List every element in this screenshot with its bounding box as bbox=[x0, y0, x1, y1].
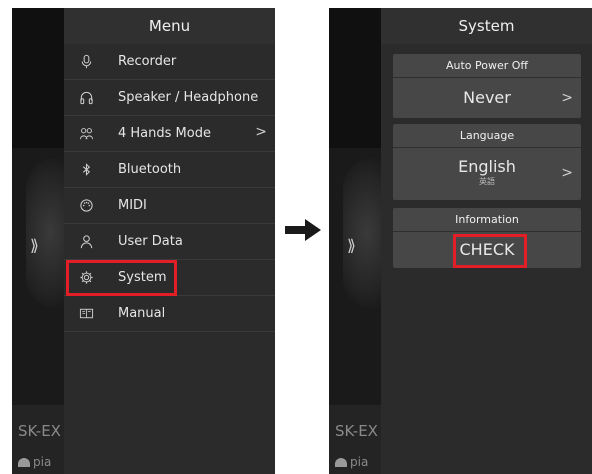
background-device: ⟫ SK-EX pia bbox=[329, 8, 403, 474]
menu-item-label: Speaker / Headphone bbox=[118, 90, 259, 105]
piano-label: pia bbox=[18, 455, 51, 469]
four-hands-icon bbox=[78, 126, 94, 142]
system-highlight-box bbox=[66, 260, 177, 296]
system-screen: ⟫ SK-EX pia System Auto Power Off Never … bbox=[329, 8, 592, 474]
arrow-right-icon bbox=[285, 219, 321, 241]
auto-power-off-value: Never bbox=[463, 88, 511, 107]
language-label: Language bbox=[393, 124, 581, 148]
menu-screen: ⟫ SK-EX pia Menu Recorder Speaker / Head… bbox=[12, 8, 275, 474]
language-group[interactable]: Language English 英語 > bbox=[393, 124, 581, 200]
midi-icon bbox=[78, 198, 94, 214]
chevron-right-icon: > bbox=[255, 124, 267, 140]
model-name: SK-EX bbox=[335, 422, 378, 440]
chevron-right-icon: > bbox=[561, 165, 573, 181]
menu-item-label: 4 Hands Mode bbox=[118, 126, 211, 141]
menu-item-label: Manual bbox=[118, 306, 166, 321]
expand-chevron-icon[interactable]: ⟫ bbox=[347, 236, 356, 255]
user-icon bbox=[78, 234, 94, 250]
auto-power-off-group[interactable]: Auto Power Off Never > bbox=[393, 54, 581, 118]
check-highlight-box bbox=[453, 234, 527, 268]
system-title: System bbox=[381, 8, 592, 44]
piano-icon bbox=[335, 458, 347, 467]
menu-item-manual[interactable]: Manual bbox=[64, 296, 275, 332]
menu-item-user-data[interactable]: User Data bbox=[64, 224, 275, 260]
menu-item-label: Recorder bbox=[118, 54, 177, 69]
bluetooth-icon bbox=[78, 162, 94, 178]
menu-item-label: User Data bbox=[118, 234, 183, 249]
menu-item-bluetooth[interactable]: Bluetooth bbox=[64, 152, 275, 188]
language-sub-value: 英語 bbox=[479, 177, 495, 186]
chevron-right-icon: > bbox=[561, 90, 573, 106]
menu-item-label: Bluetooth bbox=[118, 162, 182, 177]
menu-title: Menu bbox=[64, 8, 275, 44]
background-device: ⟫ SK-EX pia bbox=[12, 8, 86, 474]
menu-panel: Menu Recorder Speaker / Headphone 4 Hand… bbox=[64, 8, 275, 474]
menu-item-midi[interactable]: MIDI bbox=[64, 188, 275, 224]
language-value: English bbox=[458, 157, 516, 176]
auto-power-off-value-row[interactable]: Never > bbox=[393, 78, 581, 118]
piano-label: pia bbox=[335, 455, 368, 469]
expand-chevron-icon[interactable]: ⟫ bbox=[30, 236, 39, 255]
language-value-row[interactable]: English 英語 > bbox=[393, 148, 581, 200]
menu-item-4-hands-mode[interactable]: 4 Hands Mode > bbox=[64, 116, 275, 152]
piano-icon bbox=[18, 458, 30, 467]
menu-item-label: MIDI bbox=[118, 198, 147, 213]
information-label: Information bbox=[393, 208, 581, 232]
headphone-icon bbox=[78, 90, 94, 106]
auto-power-off-label: Auto Power Off bbox=[393, 54, 581, 78]
menu-item-recorder[interactable]: Recorder bbox=[64, 44, 275, 80]
model-name: SK-EX bbox=[18, 422, 61, 440]
menu-item-speaker-headphone[interactable]: Speaker / Headphone bbox=[64, 80, 275, 116]
microphone-icon bbox=[78, 54, 94, 70]
book-icon bbox=[78, 306, 94, 322]
